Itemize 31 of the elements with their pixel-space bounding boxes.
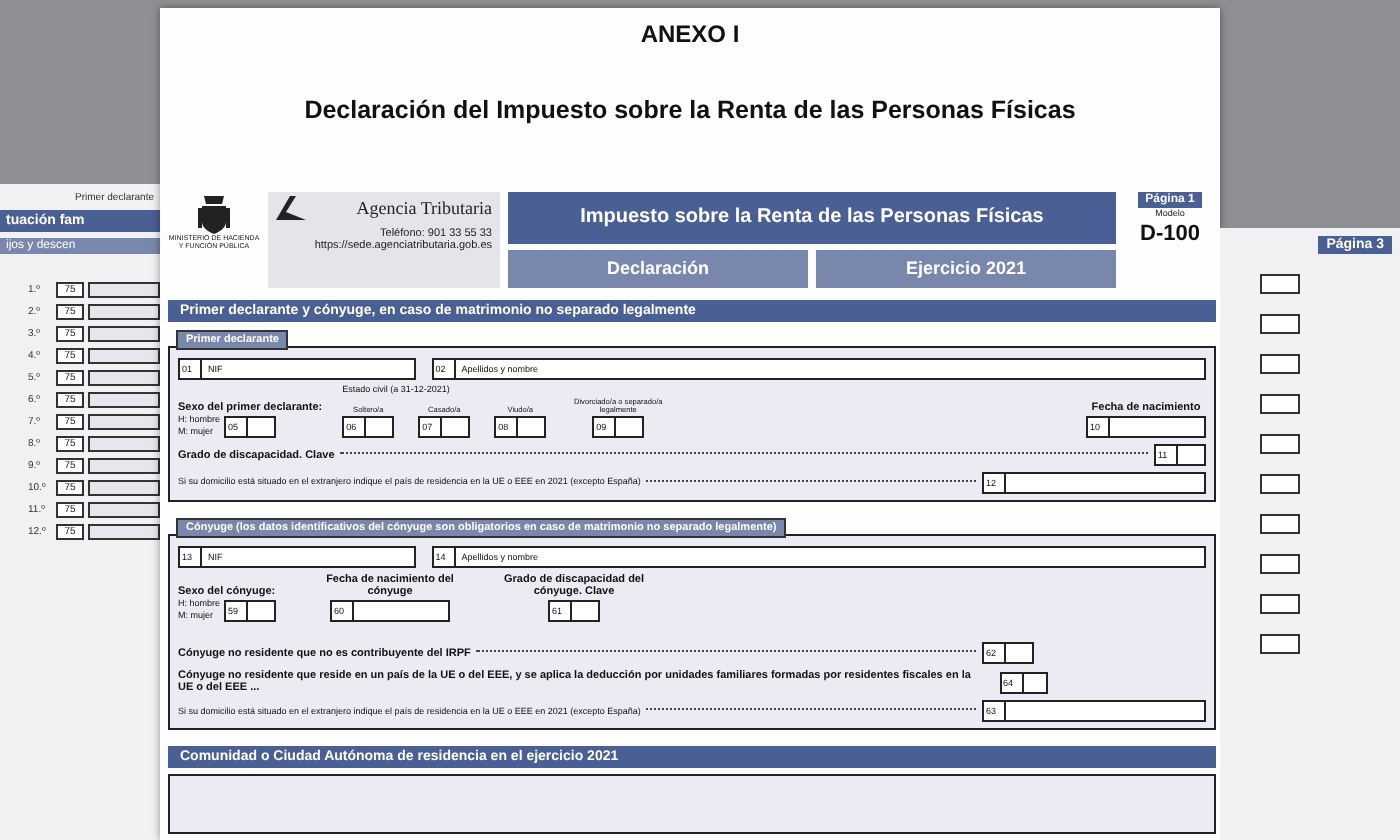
input-field[interactable] xyxy=(1260,634,1300,654)
crest-icon xyxy=(196,192,232,236)
input-field[interactable] xyxy=(1260,314,1300,334)
input-field[interactable] xyxy=(1260,434,1300,454)
input-field[interactable] xyxy=(88,414,160,430)
input-field[interactable] xyxy=(1260,274,1300,294)
agency-name: Agencia Tributaria xyxy=(356,198,492,218)
input-field[interactable] xyxy=(88,524,160,540)
input-field[interactable] xyxy=(88,458,160,474)
input-field[interactable] xyxy=(88,480,160,496)
input-field[interactable] xyxy=(1260,394,1300,414)
input-field[interactable] xyxy=(88,392,160,408)
input-field[interactable] xyxy=(1260,514,1300,534)
annex-heading: ANEXO I xyxy=(638,20,742,48)
input-field[interactable] xyxy=(88,282,160,298)
input-field[interactable] xyxy=(1260,354,1300,374)
input-field[interactable] xyxy=(88,502,160,518)
input-field[interactable] xyxy=(1260,474,1300,494)
model-code: D-100 xyxy=(1140,221,1200,245)
tax-year: Ejercicio 2021 xyxy=(816,249,1116,288)
input-field[interactable] xyxy=(88,436,160,452)
input-field[interactable] xyxy=(88,326,160,342)
input-field[interactable] xyxy=(1260,554,1300,574)
form-title: Impuesto sobre la Renta de las Personas Físicas xyxy=(508,192,1116,243)
agency-logo-icon xyxy=(276,196,308,220)
input-field[interactable] xyxy=(88,304,160,320)
input-field[interactable] xyxy=(88,370,160,386)
input-field[interactable] xyxy=(1260,594,1300,614)
form-type: Declaración xyxy=(508,249,808,288)
document-title: Declaración del Impuesto sobre la Renta de las Personas Físicas xyxy=(302,96,1078,124)
input-field[interactable] xyxy=(88,348,160,364)
